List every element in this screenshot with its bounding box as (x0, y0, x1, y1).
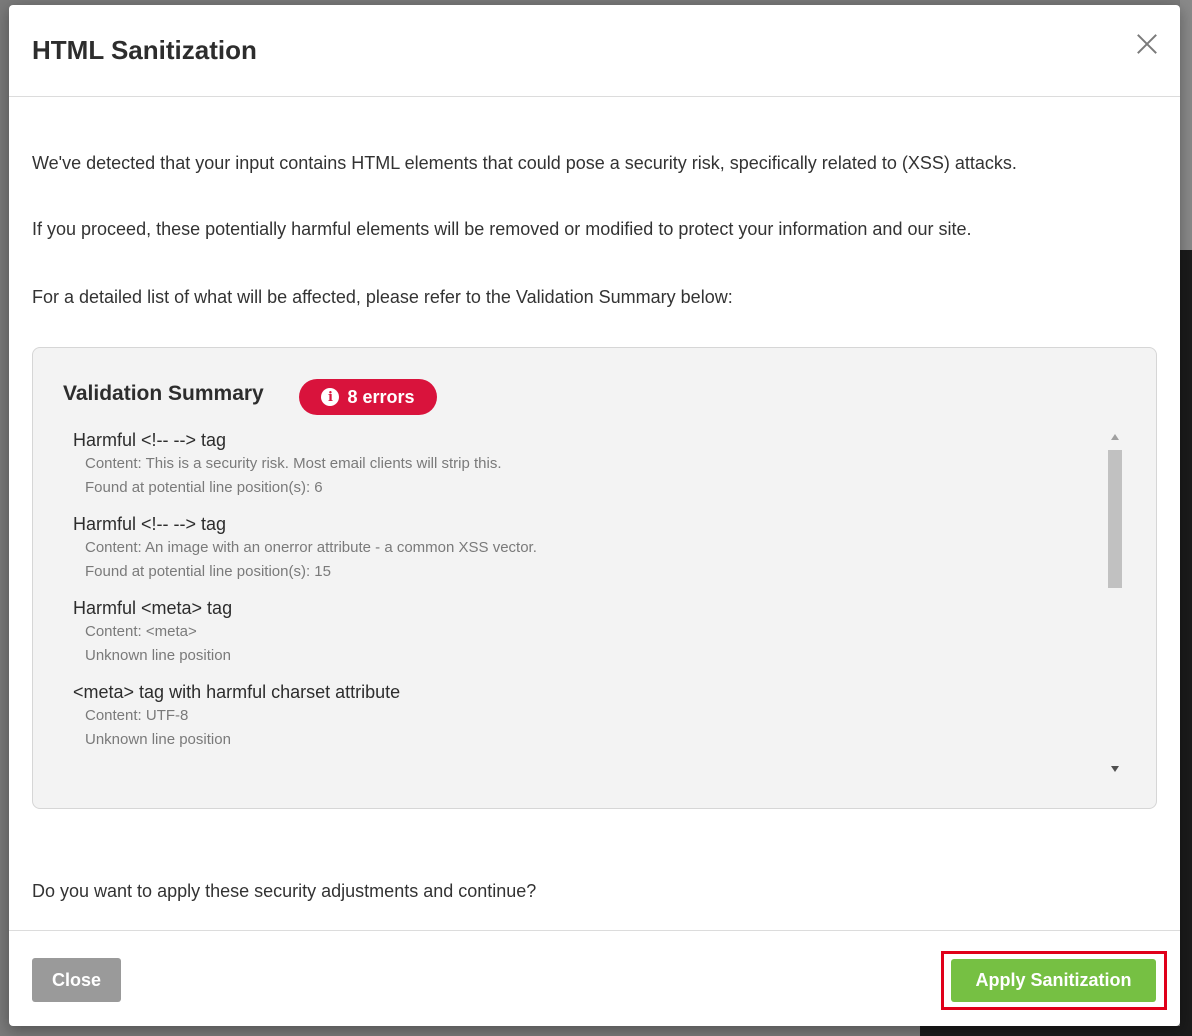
proceed-paragraph: If you proceed, these potentially harmfu… (32, 219, 972, 239)
validation-summary-panel: Validation Summary i 8 errors Harmful <!… (32, 347, 1157, 809)
item-content: Content: UTF-8 (85, 707, 189, 724)
close-icon[interactable] (1132, 29, 1162, 59)
scroll-thumb[interactable] (1108, 450, 1122, 588)
warning-paragraph: We've detected that your input contains … (32, 153, 1017, 173)
background-panel (1180, 0, 1192, 250)
item-title: Harmful <meta> tag (73, 598, 233, 618)
list-item: Harmful <!-- --> tag Content: An image w… (73, 512, 1128, 584)
item-title: Harmful <!-- --> tag (73, 430, 227, 450)
scroll-up-arrow-icon[interactable] (1111, 434, 1119, 440)
scroll-down-arrow-icon[interactable] (1111, 766, 1119, 772)
error-count-badge: i 8 errors (299, 379, 437, 415)
list-item: <meta> tag with harmful charset attribut… (73, 680, 1128, 752)
confirmation-question: Do you want to apply these security adju… (32, 881, 537, 901)
background-code-editor-bottom (920, 1026, 1192, 1036)
apply-sanitization-button[interactable]: Apply Sanitization (951, 959, 1156, 1002)
item-content: Content: An image with an onerror attrib… (85, 539, 537, 556)
validation-list[interactable]: Harmful <!-- --> tag Content: This is a … (73, 428, 1128, 778)
validation-list-scrollbar[interactable] (1106, 434, 1124, 774)
list-item: Harmful <!-- --> tag Content: This is a … (73, 428, 1128, 500)
info-icon: i (321, 388, 340, 406)
item-position: Found at potential line position(s): 15 (85, 563, 331, 580)
item-content: Content: This is a security risk. Most e… (85, 455, 502, 472)
modal-header: HTML Sanitization (9, 5, 1180, 97)
background-code-editor (1180, 250, 1192, 1036)
item-title: <meta> tag with harmful charset attribut… (73, 682, 401, 702)
item-content: Content: <meta> (85, 623, 197, 640)
summary-reference-paragraph: For a detailed list of what will be affe… (32, 287, 733, 307)
item-position: Unknown line position (85, 647, 231, 664)
validation-summary-title: Validation Summary (63, 382, 264, 405)
error-count-label: 8 errors (347, 386, 415, 407)
modal-title: HTML Sanitization (32, 35, 257, 65)
html-sanitization-modal: HTML Sanitization We've detected that yo… (9, 5, 1180, 1026)
close-button[interactable]: Close (32, 958, 121, 1002)
list-item: Harmful <meta> tag Content: <meta> Unkno… (73, 596, 1128, 668)
modal-footer: Close Apply Sanitization (9, 930, 1180, 1026)
item-title: Harmful <!-- --> tag (73, 514, 227, 534)
item-position: Found at potential line position(s): 6 (85, 479, 323, 496)
item-position: Unknown line position (85, 731, 231, 748)
